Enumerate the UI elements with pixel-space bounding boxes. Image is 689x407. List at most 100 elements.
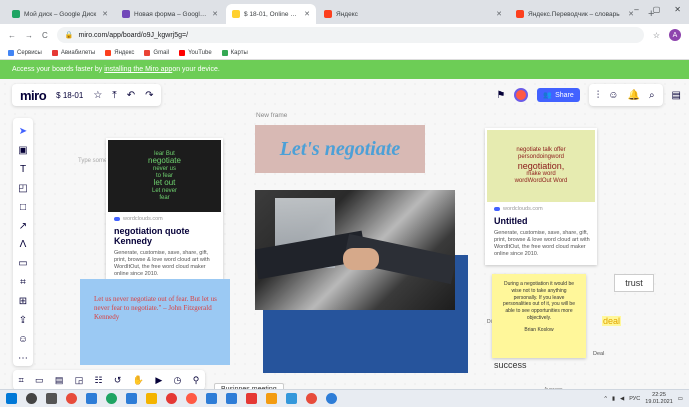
collaborator-avatar[interactable] xyxy=(514,88,529,102)
close-window-button[interactable]: ✕ xyxy=(674,5,681,14)
select-tool-icon[interactable]: ➤ xyxy=(19,124,27,139)
bookmark-gmail[interactable]: Gmail xyxy=(144,49,169,56)
network-icon[interactable]: ▮ xyxy=(612,396,615,402)
text-tool-icon[interactable]: T xyxy=(20,162,26,177)
video-icon[interactable]: ▶ xyxy=(155,375,162,386)
app-icon[interactable] xyxy=(166,393,177,404)
install-app-link[interactable]: installing the Miro app xyxy=(104,66,172,73)
share-button[interactable]: 👥 Share xyxy=(537,88,580,102)
plane-icon xyxy=(51,49,58,56)
close-icon[interactable]: ✕ xyxy=(212,10,218,18)
screen-share-icon[interactable]: ◲ xyxy=(75,375,84,386)
comment-icon[interactable]: ▭ xyxy=(18,256,27,271)
banner-text-suffix: on your device. xyxy=(172,66,220,73)
task-view-icon[interactable] xyxy=(46,393,57,404)
volume-icon[interactable]: ◀ xyxy=(620,396,624,402)
opera-icon[interactable] xyxy=(66,393,77,404)
tray-chevron-icon[interactable]: ^ xyxy=(604,396,607,402)
upload-icon[interactable]: ⤒ xyxy=(112,90,116,101)
settings-sliders-icon[interactable]: ⫶ xyxy=(597,90,600,101)
star-icon[interactable]: ☆ xyxy=(93,90,102,101)
panel-icon[interactable]: ▤ xyxy=(672,90,681,101)
templates-icon[interactable]: ▣ xyxy=(18,143,27,158)
attention-icon[interactable]: ⚲ xyxy=(193,375,200,386)
voting-icon[interactable]: ✋ xyxy=(133,375,144,386)
browser-tab[interactable]: Мой диск – Google Диск ✕ xyxy=(6,4,114,24)
notifications-icon[interactable]: ▭ xyxy=(678,396,683,402)
kennedy-quote-note[interactable]: Let us never negotiate out of fear. But … xyxy=(80,279,230,365)
sticky-note-icon[interactable]: ◰ xyxy=(18,181,27,196)
profile-avatar[interactable]: A xyxy=(669,29,681,41)
maximize-button[interactable]: ▢ xyxy=(653,5,661,14)
miro-logo[interactable]: miro xyxy=(20,88,47,103)
bookmark-aviabilety[interactable]: Авиабилеты xyxy=(51,49,95,56)
chrome-icon[interactable] xyxy=(106,393,117,404)
clock[interactable]: 22:25 19.01.2021 xyxy=(645,392,673,404)
app-icon[interactable] xyxy=(86,393,97,404)
more-icon[interactable]: ⋯ xyxy=(18,351,28,366)
app-icon[interactable] xyxy=(306,393,317,404)
trust-text-box[interactable]: trust xyxy=(614,274,654,292)
app-icon[interactable] xyxy=(226,393,237,404)
handshake-photo[interactable] xyxy=(255,190,455,310)
undo-icon[interactable]: ↶ xyxy=(127,90,135,101)
comments-icon[interactable]: ▭ xyxy=(35,375,44,386)
app-icon[interactable] xyxy=(286,393,297,404)
reactions-icon[interactable]: ☺ xyxy=(608,90,618,101)
frame-tool-icon[interactable]: ⌗ xyxy=(20,275,26,290)
link-icon xyxy=(114,217,120,221)
bookmark-youtube[interactable]: YouTube xyxy=(179,49,212,56)
forward-icon[interactable]: → xyxy=(25,31,33,40)
tab-title: Яндекс xyxy=(336,10,358,18)
browser-tab[interactable]: Яндекс.Переводчик – словарь ✕ xyxy=(510,4,640,24)
browser-tab-active[interactable]: $ 18-01, Online Whiteboard for✕ xyxy=(226,4,316,24)
close-icon[interactable]: ✕ xyxy=(628,10,634,18)
close-icon[interactable]: ✕ xyxy=(304,10,310,18)
bell-icon[interactable]: 🔔 xyxy=(627,90,639,101)
search-icon[interactable]: ⌕ xyxy=(649,90,655,101)
search-icon[interactable] xyxy=(26,393,37,404)
start-icon[interactable] xyxy=(6,393,17,404)
yandex-icon[interactable] xyxy=(246,393,257,404)
sticky-note[interactable]: During a negotiation it would be wise no… xyxy=(492,274,586,358)
app-icon[interactable] xyxy=(186,393,197,404)
chat-icon[interactable]: ▤ xyxy=(55,375,64,386)
activity-icon[interactable]: ↺ xyxy=(114,375,122,386)
headline-shape[interactable]: Let's negotiate xyxy=(255,125,425,173)
upload-tool-icon[interactable]: ⇪ xyxy=(19,313,27,328)
shape-tool-icon[interactable]: □ xyxy=(20,200,26,215)
star-icon[interactable]: ☆ xyxy=(653,31,660,40)
success-text[interactable]: success xyxy=(494,360,527,370)
app-icon[interactable] xyxy=(326,393,337,404)
timer-icon[interactable]: ◷ xyxy=(174,375,182,386)
url-field[interactable]: 🔒 miro.com/app/board/o9J_kgwrj5g=/ xyxy=(56,27,644,43)
minimize-button[interactable]: – xyxy=(634,5,638,14)
grid-icon[interactable]: ⊞ xyxy=(19,294,27,309)
deal-text[interactable]: deal xyxy=(602,316,622,326)
cursor-flag-icon[interactable]: ⚑ xyxy=(496,90,505,101)
close-icon[interactable]: ✕ xyxy=(496,10,502,18)
frame-label[interactable]: New frame xyxy=(256,112,287,119)
app-icon[interactable] xyxy=(206,393,217,404)
kanban-icon[interactable]: ☷ xyxy=(95,375,103,386)
app-icon[interactable] xyxy=(266,393,277,404)
board-name[interactable]: $ 18-01 xyxy=(56,91,83,100)
browser-tab[interactable]: Яндекс ✕ xyxy=(318,4,508,24)
back-icon[interactable]: ← xyxy=(8,31,16,40)
close-icon[interactable]: ✕ xyxy=(102,10,108,18)
bookmark-yandex[interactable]: Яндекс xyxy=(105,49,134,56)
folder-icon[interactable] xyxy=(146,393,157,404)
reload-icon[interactable]: C xyxy=(42,31,48,40)
os-taskbar: ^ ▮ ◀ РУС 22:25 19.01.2021 ▭ xyxy=(0,389,689,407)
redo-icon[interactable]: ↷ xyxy=(145,90,153,101)
emoji-icon[interactable]: ☺ xyxy=(18,332,28,347)
app-icon[interactable] xyxy=(126,393,137,404)
deal-small-text[interactable]: Deal xyxy=(593,351,604,357)
browser-tab[interactable]: Новая форма – Google Формы ✕ xyxy=(116,4,224,24)
language-indicator[interactable]: РУС xyxy=(629,396,640,402)
bookmark-maps[interactable]: Карты xyxy=(221,49,248,56)
frames-icon[interactable]: ⌗ xyxy=(19,375,24,386)
pen-tool-icon[interactable]: Λ xyxy=(20,238,27,253)
connection-line-icon[interactable]: ↗ xyxy=(19,219,27,234)
bookmark-services[interactable]: Сервисы xyxy=(8,49,42,56)
